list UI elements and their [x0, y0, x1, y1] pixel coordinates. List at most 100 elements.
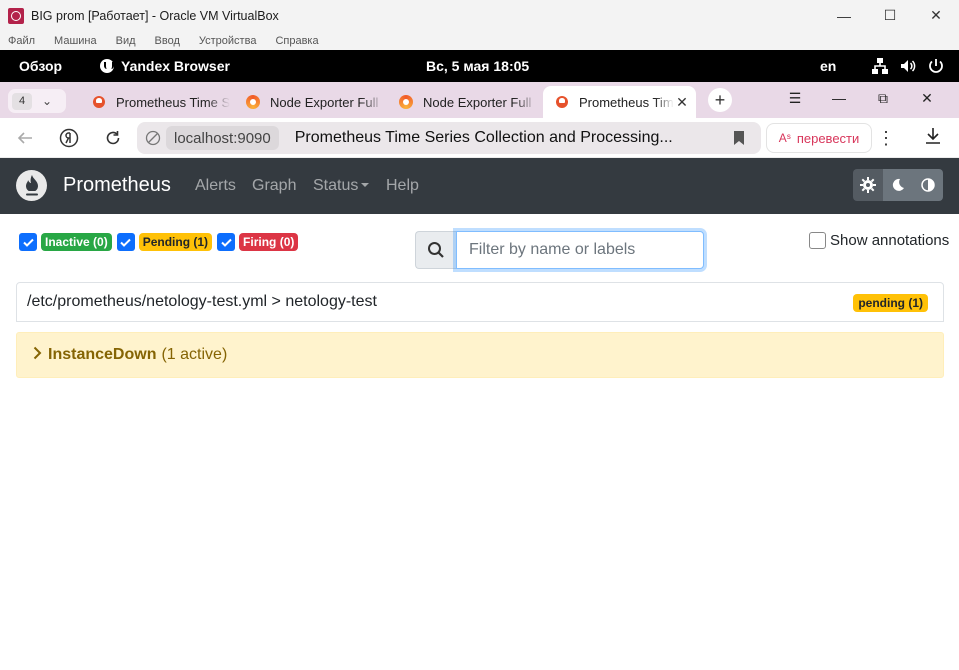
filter-search-input[interactable] [456, 231, 704, 269]
menu-view[interactable]: Вид [116, 35, 136, 47]
inactive-checkbox[interactable] [19, 233, 37, 251]
close-button[interactable]: ✕ [913, 0, 959, 31]
browser-tab-active[interactable]: Prometheus Tim ✕ [543, 86, 696, 118]
browser-restore-button[interactable]: ⧉ [861, 90, 905, 107]
bookmark-icon[interactable] [733, 130, 745, 151]
state-filter-row: Inactive (0) Pending (1) Firing (0) [19, 233, 303, 251]
nav-graph[interactable]: Graph [252, 177, 296, 195]
browser-tabstrip: 4 ⌄ Prometheus Time S Node Exporter Full… [0, 82, 959, 118]
browser-minimize-button[interactable]: — [817, 90, 861, 107]
firing-badge[interactable]: Firing (0) [239, 233, 299, 251]
browser-toolbar: localhost:9090 Prometheus Time Series Co… [0, 118, 959, 158]
omnibox-page-title: Prometheus Time Series Collection and Pr… [294, 129, 673, 146]
yandex-home-button[interactable] [57, 126, 81, 150]
alert-rule-name: InstanceDown [48, 346, 157, 363]
nav-status-dropdown[interactable]: Status [313, 177, 370, 195]
chevron-down-icon: ⌄ [42, 94, 53, 108]
nav-status-label: Status [313, 177, 359, 194]
site-info-button[interactable] [142, 127, 164, 149]
yandex-browser-icon [100, 59, 114, 73]
power-icon [929, 59, 943, 73]
grafana-icon [399, 95, 413, 109]
prometheus-icon [93, 96, 105, 108]
tab-count: 4 [12, 92, 32, 110]
activities-button[interactable]: Обзор [19, 58, 62, 74]
browser-tab[interactable]: Prometheus Time S [80, 86, 230, 118]
chevron-right-icon [33, 346, 42, 365]
minimize-button[interactable]: — [821, 0, 867, 31]
show-annotations-checkbox[interactable] [809, 232, 826, 249]
rule-group-header: /etc/prometheus/netology-test.yml > neto… [16, 282, 944, 322]
tab-count-button[interactable]: 4 ⌄ [8, 89, 66, 113]
close-tab-icon[interactable]: ✕ [674, 94, 690, 111]
nav-help[interactable]: Help [386, 177, 419, 195]
virtualbox-logo-icon [8, 7, 24, 24]
grafana-icon [246, 95, 260, 109]
network-icon [872, 58, 888, 74]
browser-close-button[interactable]: ✕ [905, 90, 949, 107]
theme-light-button[interactable] [853, 169, 883, 201]
app-menu[interactable]: Yandex Browser [100, 58, 230, 74]
back-button[interactable] [13, 126, 37, 150]
arrow-left-icon [17, 132, 32, 144]
menu-machine[interactable]: Машина [54, 35, 97, 47]
yandex-icon [59, 128, 79, 148]
system-status-area[interactable] [871, 57, 945, 75]
app-menu-label: Yandex Browser [121, 58, 230, 74]
reload-icon [106, 131, 120, 145]
check-icon [220, 238, 232, 247]
browser-tab[interactable]: Node Exporter Full [387, 86, 537, 118]
host-pill[interactable]: localhost:9090 [166, 126, 279, 150]
pending-badge[interactable]: Pending (1) [138, 233, 213, 251]
site-info-icon [145, 130, 161, 146]
translate-icon: Aˢ [778, 131, 791, 145]
download-icon [926, 128, 940, 144]
inactive-badge[interactable]: Inactive (0) [41, 233, 112, 251]
gnome-top-bar: Обзор Yandex Browser Вс, 5 мая 18:05 en [0, 50, 959, 82]
pending-checkbox[interactable] [116, 233, 135, 251]
browser-tab[interactable]: Node Exporter Full [234, 86, 384, 118]
prometheus-brand[interactable]: Prometheus [63, 174, 171, 197]
translate-label: перевести [796, 130, 860, 146]
filter-search-group [415, 231, 704, 269]
prometheus-logo-icon[interactable] [16, 170, 47, 201]
prometheus-navbar: Prometheus Alerts Graph Status Help [0, 158, 959, 214]
clock[interactable]: Вс, 5 мая 18:05 [426, 58, 529, 74]
tab-title: Prometheus Tim [579, 94, 674, 110]
menu-input[interactable]: Ввод [155, 35, 180, 47]
vbox-menubar: Файл Машина Вид Ввод Устройства Справка [0, 31, 959, 50]
theme-auto-button[interactable] [913, 169, 943, 201]
translate-button[interactable]: Aˢ перевести [766, 123, 872, 153]
alert-rule-row[interactable]: InstanceDown (1 active) [16, 332, 944, 378]
firing-checkbox[interactable] [217, 233, 236, 251]
browser-window-controls: ☰ — ⧉ ✕ [773, 90, 949, 107]
reload-button[interactable] [101, 126, 125, 150]
menu-devices[interactable]: Устройства [199, 35, 257, 47]
show-annotations-label: Show annotations [830, 232, 950, 249]
tab-title: Node Exporter Full [270, 94, 379, 110]
menu-help[interactable]: Справка [275, 35, 318, 47]
browser-menu-icon[interactable]: ☰ [773, 90, 817, 107]
gear-icon [860, 177, 876, 193]
vbox-titlebar: BIG prom [Работает] - Oracle VM VirtualB… [0, 0, 959, 31]
caret-down-icon [361, 183, 370, 187]
show-annotations-toggle[interactable]: Show annotations [809, 232, 949, 249]
menu-file[interactable]: Файл [8, 35, 35, 47]
theme-dark-button[interactable] [883, 169, 913, 201]
more-options-icon[interactable]: ⋮ [876, 126, 896, 150]
half-circle-icon [921, 178, 935, 192]
tab-title: Node Exporter Full [423, 94, 532, 110]
downloads-button[interactable] [924, 126, 942, 151]
moon-icon [892, 178, 904, 191]
alert-rule-active-count: (1 active) [161, 346, 228, 363]
keyboard-layout-indicator[interactable]: en [820, 58, 836, 74]
address-bar[interactable]: localhost:9090 Prometheus Time Series Co… [137, 122, 761, 154]
prometheus-icon [556, 96, 568, 108]
maximize-button[interactable]: ☐ [867, 0, 913, 31]
vbox-window-controls: — ☐ ✕ [821, 0, 959, 31]
new-tab-button[interactable]: + [708, 88, 732, 112]
vbox-window-title: BIG prom [Работает] - Oracle VM VirtualB… [31, 8, 279, 23]
check-icon [120, 238, 131, 247]
nav-alerts[interactable]: Alerts [195, 177, 236, 195]
group-state-badge: pending (1) [853, 294, 928, 312]
